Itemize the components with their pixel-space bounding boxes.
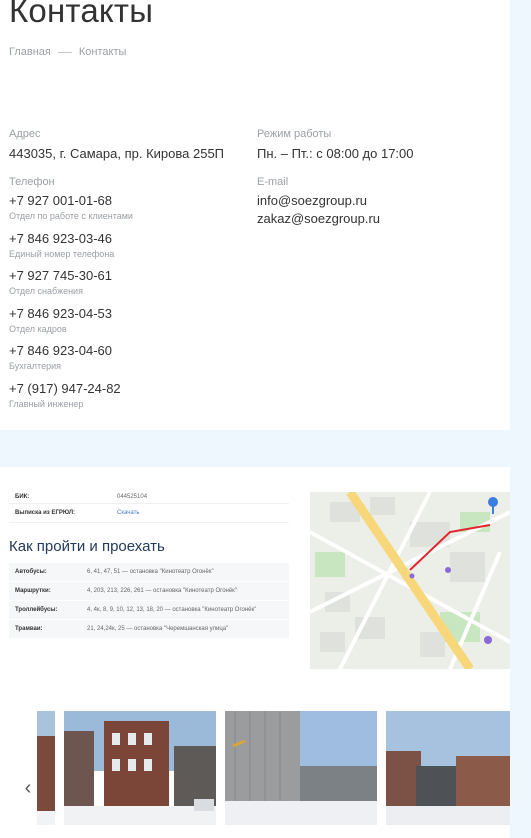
hours-value: Пн. – Пт.: с 08:00 до 17:00: [257, 146, 414, 161]
table-row: Выписка из ЕГРЮЛ: Скачать: [9, 503, 289, 523]
requisites-table: БИК: 044525104 Выписка из ЕГРЮЛ: Скачать: [9, 490, 289, 523]
transport-label: Троллейбусы:: [9, 600, 81, 620]
phone-note: Главный инженер: [9, 399, 84, 409]
table-row: Автобусы: 6, 41, 47, 51 — остановка "Кин…: [9, 563, 289, 582]
phone-link[interactable]: +7 846 923-04-53: [9, 306, 112, 321]
transport-label: Автобусы:: [9, 563, 81, 582]
table-row: Маршрутки: 4, 203, 213, 226, 261 — остан…: [9, 581, 289, 601]
phone-note: Отдел по работе с клиентами: [9, 211, 133, 221]
breadcrumb-current: Контакты: [78, 46, 127, 58]
bik-value: 044525104: [111, 490, 289, 504]
page-title: Контакты: [9, 0, 154, 29]
transport-label: Маршрутки:: [9, 581, 81, 601]
transport-value: 4, 203, 213, 226, 261 — остановка "Кинот…: [81, 581, 289, 601]
phone-link[interactable]: +7 (917) 947-24-82: [9, 381, 121, 396]
map-graphic: [310, 492, 510, 669]
building-photo-4[interactable]: [386, 711, 510, 825]
email-label: E-mail: [257, 176, 289, 188]
phone-link[interactable]: +7 927 745-30-61: [9, 268, 112, 283]
photo-gallery: [0, 708, 510, 826]
table-row: БИК: 044525104: [9, 490, 289, 504]
phone-note: Отдел снабжения: [9, 286, 83, 296]
transport-label: Трамваи:: [9, 619, 81, 639]
building-photo-1[interactable]: [37, 711, 55, 825]
email-link[interactable]: info@soezgroup.ru: [257, 193, 367, 208]
table-row: Трамваи: 21, 24,24к, 25 — остановка "Чер…: [9, 619, 289, 639]
building-photo-2-image: [64, 711, 216, 825]
phone-link[interactable]: +7 927 001-01-68: [9, 193, 112, 208]
building-photo-3[interactable]: [225, 711, 377, 825]
phone-note: Бухгалтерия: [9, 361, 61, 371]
phone-link[interactable]: +7 846 923-04-60: [9, 343, 112, 358]
phone-label: Телефон: [9, 176, 55, 188]
route-map[interactable]: [310, 492, 510, 669]
building-photo-2[interactable]: [64, 711, 216, 825]
email-link[interactable]: zakaz@soezgroup.ru: [257, 211, 380, 226]
hours-label: Режим работы: [257, 128, 332, 140]
building-photo-3-image: [225, 711, 377, 825]
phone-note: Единый номер телефона: [9, 249, 115, 259]
transport-table: Автобусы: 6, 41, 47, 51 — остановка "Кин…: [9, 563, 289, 639]
table-row: Троллейбусы: 4, 4к, 8, 9, 10, 12, 13, 18…: [9, 600, 289, 620]
breadcrumb: Главная Контакты: [9, 46, 126, 58]
egrul-label: Выписка из ЕГРЮЛ:: [9, 503, 111, 523]
egrul-download-link[interactable]: Скачать: [117, 510, 140, 516]
transport-value: 4, 4к, 8, 9, 10, 12, 13, 18, 20 — остано…: [81, 600, 289, 620]
chevron-left-icon[interactable]: ‹: [18, 773, 38, 803]
bik-label: БИК:: [9, 490, 111, 504]
address-value: 443035, г. Самара, пр. Кирова 255П: [9, 146, 225, 161]
section-divider: [0, 430, 531, 467]
address-label: Адрес: [9, 128, 41, 140]
breadcrumb-separator: [57, 51, 72, 53]
building-photo-1-image: [37, 711, 55, 825]
contacts-card: Контакты Главная Контакты Адрес 443035, …: [0, 0, 510, 430]
transport-value: 21, 24,24к, 25 — остановка "Черемшанская…: [81, 619, 289, 639]
phone-note: Отдел кадров: [9, 324, 67, 334]
phone-link[interactable]: +7 846 923-03-46: [9, 231, 112, 246]
page-frame-right: [510, 0, 531, 838]
directions-title: Как пройти и проехать: [9, 538, 165, 555]
transport-value: 6, 41, 47, 51 — остановка "Кинотеатр Ого…: [81, 563, 289, 582]
breadcrumb-home-link[interactable]: Главная: [9, 46, 51, 58]
building-photo-4-image: [386, 711, 510, 825]
